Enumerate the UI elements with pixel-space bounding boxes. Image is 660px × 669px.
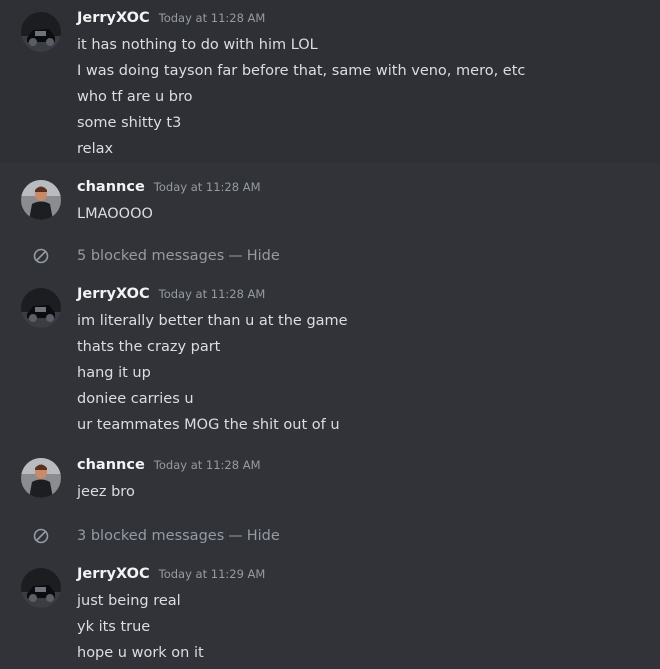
ban-icon <box>33 528 49 544</box>
message-header: JerryXOC Today at 11:28 AM <box>77 286 644 308</box>
message-group[interactable]: JerryXOC Today at 11:28 AM im literally … <box>0 276 660 443</box>
avatar[interactable] <box>21 12 61 52</box>
avatar[interactable] <box>21 288 61 328</box>
ban-icon <box>33 248 49 264</box>
avatar[interactable] <box>21 568 61 608</box>
chat-messages[interactable]: JerryXOC Today at 11:28 AM it has nothin… <box>0 0 660 669</box>
message-text: hang it up <box>77 365 151 381</box>
message-group[interactable]: JerryXOC Today at 11:29 AM just being re… <box>0 556 660 669</box>
message-text: who tf are u bro <box>77 89 193 105</box>
blocked-count-text: 5 blocked messages <box>77 248 225 264</box>
message-text: hope u work on it <box>77 645 204 661</box>
username[interactable]: channce <box>77 457 145 473</box>
message-group[interactable]: JerryXOC Today at 11:28 AM it has nothin… <box>0 0 660 163</box>
message-text: im literally better than u at the game <box>77 313 348 329</box>
timestamp: Today at 11:28 AM <box>153 180 261 194</box>
username[interactable]: channce <box>77 179 145 195</box>
message-text: yk its true <box>77 619 151 635</box>
message-text: LMAOOOO <box>77 206 153 222</box>
separator: — <box>228 528 243 544</box>
blocked-messages-notice: 5 blocked messages — Hide <box>0 240 660 272</box>
hide-blocked-link[interactable]: Hide <box>247 248 280 264</box>
message-text: jeez bro <box>77 484 135 500</box>
username[interactable]: JerryXOC <box>77 566 150 582</box>
timestamp: Today at 11:29 AM <box>158 567 266 581</box>
message-group[interactable]: channce Today at 11:28 AM LMAOOOO <box>0 163 660 229</box>
timestamp: Today at 11:28 AM <box>153 458 261 472</box>
separator: — <box>228 248 243 264</box>
message-text: I was doing tayson far before that, same… <box>77 63 526 79</box>
timestamp: Today at 11:28 AM <box>158 287 266 301</box>
message-text: doniee carries u <box>77 391 194 407</box>
blocked-count-text: 3 blocked messages <box>77 528 225 544</box>
timestamp: Today at 11:28 AM <box>158 11 266 25</box>
message-header: JerryXOC Today at 11:28 AM <box>77 10 644 32</box>
message-text: thats the crazy part <box>77 339 221 355</box>
hide-blocked-link[interactable]: Hide <box>247 528 280 544</box>
message-text: some shitty t3 <box>77 115 182 131</box>
message-text: it has nothing to do with him LOL <box>77 37 318 53</box>
avatar[interactable] <box>21 180 61 220</box>
message-group[interactable]: channce Today at 11:28 AM jeez bro <box>0 443 660 509</box>
message-text: relax <box>77 141 114 157</box>
message-text: ur teammates MOG the shit out of u <box>77 417 340 433</box>
blocked-messages-notice: 3 blocked messages — Hide <box>0 520 660 552</box>
username[interactable]: JerryXOC <box>77 286 150 302</box>
message-text: just being real <box>77 593 181 609</box>
message-header: channce Today at 11:28 AM <box>77 179 644 201</box>
message-header: channce Today at 11:28 AM <box>77 457 644 479</box>
message-header: JerryXOC Today at 11:29 AM <box>77 566 644 588</box>
username[interactable]: JerryXOC <box>77 10 150 26</box>
avatar[interactable] <box>21 458 61 498</box>
